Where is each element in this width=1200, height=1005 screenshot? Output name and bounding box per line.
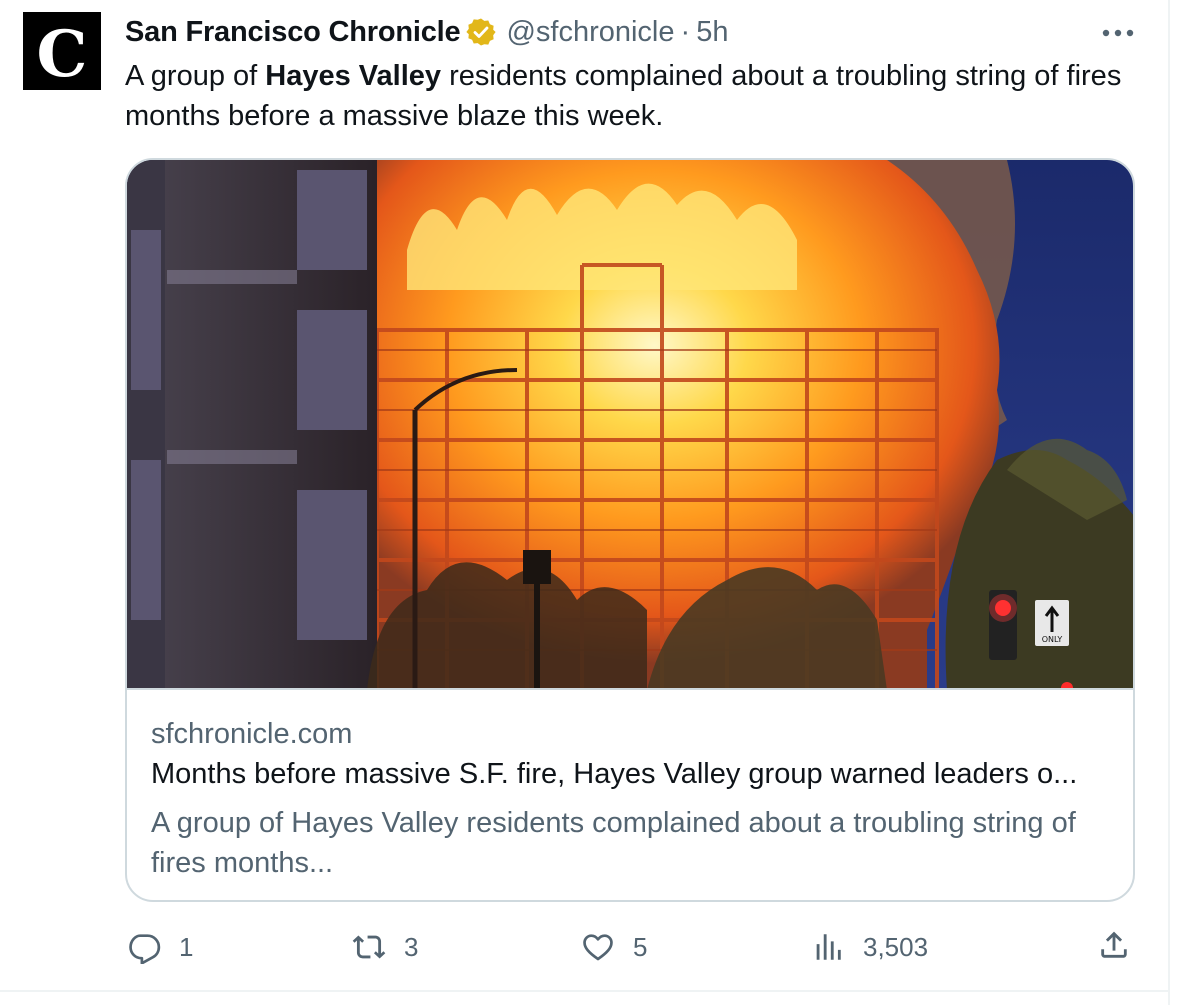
header-separator: ·: [680, 15, 691, 48]
tweet-timestamp[interactable]: 5h: [696, 16, 728, 49]
card-image-fire: ONLY: [127, 160, 1133, 690]
more-options-button[interactable]: [1098, 16, 1138, 50]
retweet-button[interactable]: 3: [352, 930, 418, 964]
avatar-letter: C: [37, 17, 88, 90]
card-domain: sfchronicle.com: [151, 718, 353, 750]
tweet-header: San Francisco Chronicle @sfchronicle · 5…: [125, 14, 728, 50]
timeline-divider-horizontal: [0, 990, 1170, 992]
link-card[interactable]: ONLY sfchronicle.com Months before massi…: [125, 158, 1135, 902]
one-way-sign-text: ONLY: [1042, 635, 1063, 644]
heart-icon: [583, 934, 613, 961]
tweet-text-highlight: Hayes Valley: [265, 60, 442, 92]
share-icon: [1101, 931, 1127, 958]
chronicle-logo-icon: C: [23, 12, 101, 90]
reply-count: 1: [179, 931, 194, 962]
reply-icon: [129, 934, 161, 964]
reply-button[interactable]: 1: [127, 930, 193, 964]
author-avatar[interactable]: C: [23, 12, 101, 90]
view-count: 3,503: [863, 931, 929, 962]
verified-badge-icon[interactable]: [466, 17, 497, 47]
analytics-icon: [816, 934, 841, 960]
retweet-count: 3: [404, 931, 419, 962]
card-title: Months before massive S.F. fire, Hayes V…: [151, 758, 1078, 790]
author-handle[interactable]: @sfchronicle: [506, 16, 674, 49]
timeline-divider-vertical: [1168, 0, 1170, 1005]
card-description: A group of Hayes Valley residents compla…: [151, 807, 1076, 879]
author-name[interactable]: San Francisco Chronicle: [125, 16, 461, 49]
more-icon: [1102, 29, 1134, 37]
like-button[interactable]: 5: [581, 930, 647, 964]
card-separator: [127, 688, 1133, 690]
retweet-icon: [352, 935, 386, 959]
views-button[interactable]: 3,503: [811, 930, 928, 964]
tweet-text: A group of Hayes Valley residents compla…: [125, 56, 1135, 136]
tweet-text-start: A group of: [125, 60, 266, 92]
share-button[interactable]: [1097, 928, 1131, 962]
like-count: 5: [633, 931, 648, 962]
tweet-actions: 1 3 5 3,503: [0, 928, 1170, 972]
